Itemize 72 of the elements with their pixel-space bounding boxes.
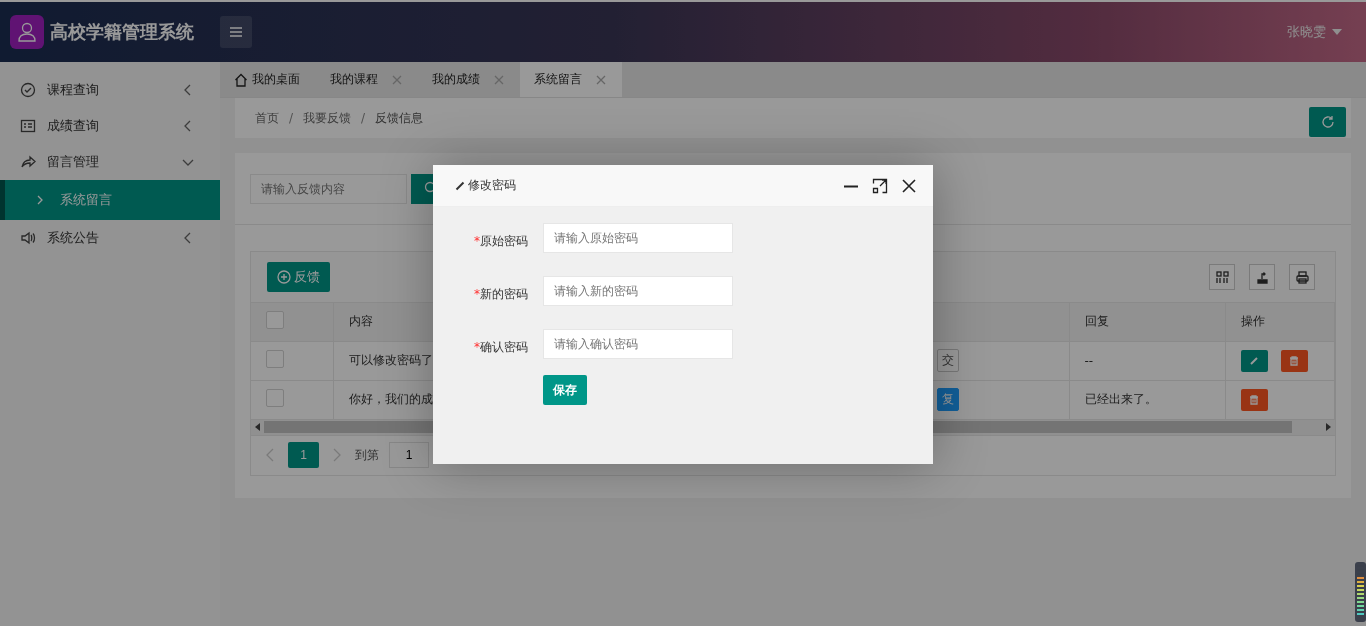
column-header: 内容 bbox=[348, 314, 373, 329]
caret-icon bbox=[1332, 29, 1342, 35]
sidebar-item[interactable]: 成绩查询 bbox=[0, 108, 220, 144]
tab[interactable]: 我的课程 bbox=[316, 62, 418, 97]
delete-button[interactable] bbox=[1280, 349, 1308, 372]
level-meter-drawing bbox=[1355, 562, 1366, 622]
sidebar-subitem[interactable]: 系统留言 bbox=[0, 180, 220, 220]
nav-icon bbox=[20, 118, 36, 134]
breadcrumb-link[interactable]: 首页 bbox=[255, 109, 279, 127]
tab[interactable]: 我的成绩 bbox=[418, 62, 520, 97]
checkbox[interactable] bbox=[266, 350, 284, 368]
add-feedback-button[interactable]: 反馈 bbox=[267, 262, 330, 292]
refresh-icon bbox=[1320, 115, 1335, 129]
next-page-icon[interactable] bbox=[332, 448, 342, 462]
print-icon bbox=[1295, 270, 1309, 284]
trash-icon bbox=[1289, 355, 1299, 366]
table-cell: -- bbox=[1084, 353, 1094, 368]
table-cell: 已经出来了。 bbox=[1084, 392, 1157, 406]
page-input[interactable]: 1 bbox=[389, 442, 429, 468]
menu-icon bbox=[229, 26, 243, 38]
checkbox[interactable] bbox=[266, 389, 284, 407]
nav-icon bbox=[20, 82, 36, 98]
breadcrumb-separator: / bbox=[361, 111, 366, 125]
nav-icon bbox=[20, 230, 36, 246]
status-tag: 复 bbox=[936, 388, 959, 411]
breadcrumb-separator: / bbox=[289, 111, 294, 125]
password-field[interactable]: 请输入原始密码 bbox=[543, 223, 733, 253]
tab[interactable]: 系统留言 bbox=[520, 62, 622, 97]
sidebar-item[interactable]: 留言管理 bbox=[0, 144, 220, 180]
chevron-right-icon bbox=[36, 195, 44, 205]
nav-icon bbox=[20, 154, 36, 170]
pencil-icon bbox=[455, 180, 465, 191]
save-button[interactable]: 保存 bbox=[543, 375, 587, 405]
breadcrumb-link[interactable]: 反馈信息 bbox=[375, 109, 424, 127]
table-cell: 可以修改密码了 bbox=[348, 353, 433, 367]
password-field[interactable]: 请输入确认密码 bbox=[543, 329, 733, 359]
trash-icon bbox=[1249, 394, 1259, 405]
field-label: *新的密码 bbox=[473, 285, 529, 303]
scroll-right-icon bbox=[1325, 423, 1331, 431]
field-label: *原始密码 bbox=[473, 232, 529, 250]
checkbox[interactable] bbox=[266, 311, 284, 330]
refresh-button[interactable] bbox=[1309, 107, 1346, 137]
maximize-icon[interactable] bbox=[872, 177, 888, 194]
tab[interactable]: 我的桌面 bbox=[220, 62, 316, 97]
user-menu[interactable]: 张晓雯 bbox=[1287, 23, 1342, 41]
sidebar-item[interactable]: 课程查询 bbox=[0, 72, 220, 108]
scroll-left-icon bbox=[255, 423, 261, 431]
columns-filter-button[interactable] bbox=[1209, 264, 1235, 290]
user-icon bbox=[16, 21, 38, 43]
password-field[interactable]: 请输入新的密码 bbox=[543, 276, 733, 306]
status-tag: 交 bbox=[936, 349, 959, 372]
export-button[interactable] bbox=[1249, 264, 1275, 290]
goto-label: 到第 bbox=[355, 446, 379, 464]
search-field[interactable]: 请输入反馈内容 bbox=[250, 174, 407, 204]
export-icon bbox=[1255, 270, 1269, 284]
page-button[interactable]: 1 bbox=[288, 442, 319, 468]
edit-button[interactable] bbox=[1240, 349, 1268, 372]
app-title: 高校学籍管理系统 bbox=[50, 20, 194, 44]
breadcrumb-link[interactable]: 我要反馈 bbox=[303, 109, 352, 127]
table-cell: 你好，我们的成 bbox=[348, 392, 433, 406]
grid-icon bbox=[1215, 270, 1229, 284]
pencil-icon bbox=[1249, 355, 1259, 366]
delete-button[interactable] bbox=[1240, 388, 1268, 411]
column-header: 操作 bbox=[1240, 314, 1265, 329]
sidebar-item[interactable]: 系统公告 bbox=[0, 220, 220, 256]
field-label: *确认密码 bbox=[473, 338, 529, 356]
dialog-title: 修改密码 bbox=[468, 177, 516, 194]
close-icon[interactable] bbox=[901, 177, 917, 194]
print-button[interactable] bbox=[1289, 264, 1315, 290]
column-header: 回复 bbox=[1084, 314, 1109, 329]
prev-page-icon[interactable] bbox=[265, 448, 275, 462]
plus-circle-icon bbox=[277, 270, 291, 284]
